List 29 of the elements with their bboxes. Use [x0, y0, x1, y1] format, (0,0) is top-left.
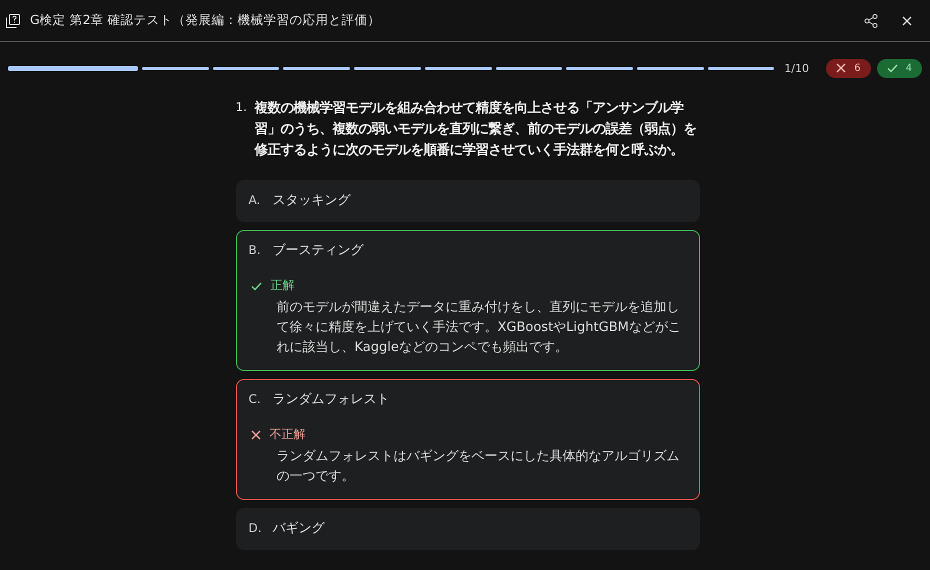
answer-option[interactable]: A. スタッキング: [236, 180, 700, 222]
question-number: 1.: [236, 99, 248, 116]
option-letter: C.: [248, 392, 262, 406]
option-text: スタッキング: [272, 192, 350, 209]
quiz-icon: [6, 14, 20, 28]
option-letter: B.: [248, 243, 262, 257]
answer-option[interactable]: B. ブースティング 正解 前のモデルが間違えたデータに重み付けをし、直列にモデルを追加して徐々に精度を上げていく手法です。XGBoostやLightGBMなどがこれに該当し、Kaggleなどのコンペでも頻出です。: [236, 230, 700, 371]
window-title: G検定 第2章 確認テスト（発展編：機械学習の応用と評価）: [30, 12, 381, 29]
option-text: バギング: [272, 520, 324, 537]
question-text: 複数の機械学習モデルを組み合わせて精度を向上させる「アンサンブル学習」のうち、複数の弱いモデルを直列に繋ぎ、前のモデルの誤差（弱点）を修正するように次のモデルを順番に学習させていく手法群を何と呼ぶか。: [254, 99, 698, 160]
correct-count-badge: 4: [876, 58, 922, 78]
option-text: ランダムフォレスト: [272, 391, 390, 408]
wrong-count-badge: 6: [826, 58, 871, 78]
option-letter: A.: [248, 193, 262, 207]
explanation-text: 前のモデルが間違えたデータに重み付けをし、直列にモデルを追加して徐々に精度を上げていく手法です。XGBoostやLightGBMなどがこれに該当し、Kaggleなどのコンペでも頻出です。: [276, 299, 682, 357]
answer-option[interactable]: D. バギング: [236, 508, 700, 550]
answer-option[interactable]: C. ランダムフォレスト 不正解 ランダムフォレストはバギングをベースにした具体的なアルゴリズムの一つです。: [236, 379, 700, 500]
share-icon: [864, 14, 878, 28]
verdict-label: 不正解: [270, 426, 306, 443]
question-counter: 1/10: [784, 62, 810, 74]
option-letter: D.: [248, 521, 263, 535]
check-icon: [886, 63, 898, 73]
cross-icon: [836, 63, 846, 73]
option-text: ブースティング: [272, 242, 364, 259]
check-icon: [250, 280, 262, 290]
explanation-text: ランダムフォレストはバギングをベースにした具体的なアルゴリズムの一つです。: [276, 448, 680, 486]
verdict-label: 正解: [270, 277, 294, 294]
cross-icon: [250, 430, 260, 440]
close-icon: [902, 16, 912, 26]
